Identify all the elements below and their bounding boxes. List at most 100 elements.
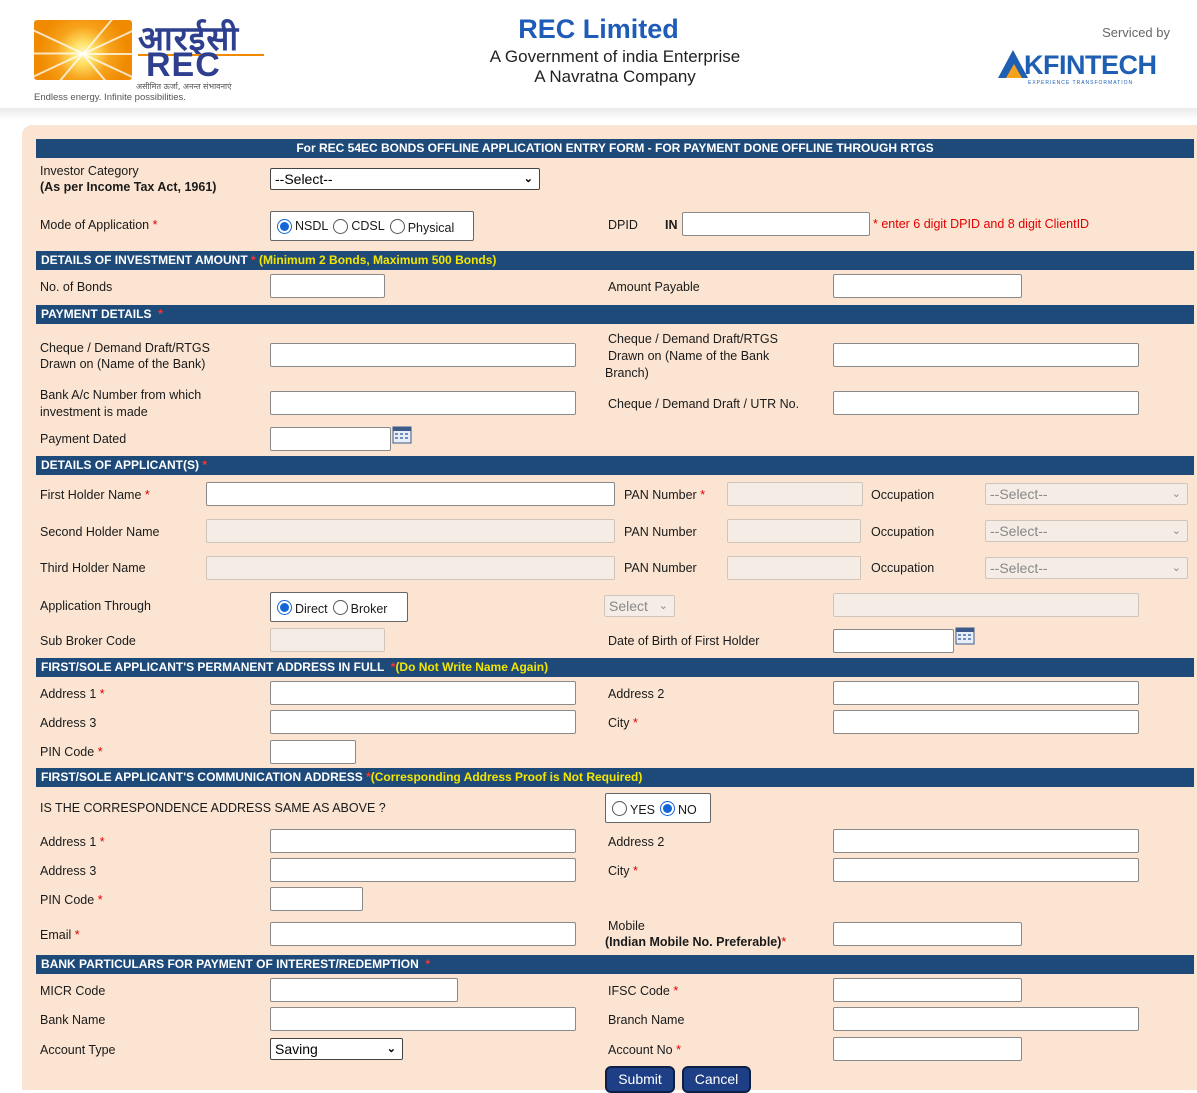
chevron-down-icon: ⌄ [1171,562,1181,574]
investor-category-select[interactable]: --Select-- ⌄ [270,168,540,190]
comm-address3-input[interactable] [270,858,576,882]
calendar-icon[interactable] [392,426,412,444]
no-of-bonds-input[interactable] [270,274,385,298]
investment-section-header: DETAILS OF INVESTMENT AMOUNT * (Minimum … [36,251,1194,270]
comm-address2-label: Address 2 [608,835,665,849]
permanent-address1-label: Address 1 * [40,687,105,701]
first-holder-pan-input[interactable] [727,482,863,506]
investor-category-label: Investor Category [40,164,139,178]
sub-broker-code-input[interactable] [270,628,385,652]
comm-address1-input[interactable] [270,829,576,853]
bank-name-input[interactable] [270,1007,576,1031]
cancel-button[interactable]: Cancel [682,1066,751,1093]
account-type-select[interactable]: Saving ⌄ [270,1038,403,1060]
email-label: Email * [40,928,80,942]
payment-dated-input[interactable] [270,427,391,451]
dpid-hint: * enter 6 digit DPID and 8 digit ClientI… [873,217,1090,231]
page-title: REC Limited [518,14,679,44]
payment-dated-label: Payment Dated [40,432,127,446]
communication-address-section-header: FIRST/SOLE APPLICANT'S COMMUNICATION ADD… [36,768,1194,787]
permanent-address-section-header: FIRST/SOLE APPLICANT'S PERMANENT ADDRESS… [36,658,1194,677]
permanent-address2-input[interactable] [833,681,1139,705]
first-holder-occupation-label: Occupation [871,488,935,502]
chevron-down-icon: ⌄ [523,173,533,185]
chevron-down-icon: ⌄ [386,1043,396,1055]
first-holder-name-input[interactable] [206,482,615,506]
comm-city-input[interactable] [833,858,1139,882]
radio-checked-icon[interactable] [277,599,292,615]
mobile-sublabel: (Indian Mobile No. Preferable)* [605,935,787,949]
radio-icon[interactable] [333,218,349,234]
account-no-input[interactable] [833,1037,1022,1061]
drawn-on-branch-input[interactable] [833,343,1139,367]
branch-name-label: Branch Name [608,1013,685,1027]
comm-pin-input[interactable] [270,887,363,911]
third-holder-name-label: Third Holder Name [40,561,146,575]
comm-pin-label: PIN Code * [40,893,103,907]
ifsc-code-input[interactable] [833,978,1022,1002]
amount-payable-label: Amount Payable [608,280,700,294]
dpid-prefix: IN [665,218,678,232]
same-address-yes-option[interactable]: YES [612,800,655,817]
mode-physical-option[interactable]: Physical [389,218,454,235]
same-address-question: IS THE CORRESPONDENCE ADDRESS SAME AS AB… [40,801,386,815]
serviced-by-text: Serviced by [1102,25,1170,40]
chevron-down-icon: ⌄ [1171,525,1181,537]
permanent-address3-label: Address 3 [40,716,97,730]
permanent-address2-label: Address 2 [608,687,665,701]
application-through-label: Application Through [40,599,151,613]
comm-address2-input[interactable] [833,829,1139,853]
radio-checked-icon[interactable] [660,800,676,816]
second-holder-name-label: Second Holder Name [40,525,160,539]
broker-name-input[interactable] [833,593,1139,617]
mode-nsdl-option[interactable]: NSDL [277,218,328,234]
radio-icon[interactable] [332,599,348,615]
permanent-address1-input[interactable] [270,681,576,705]
mobile-label: Mobile [608,919,645,933]
drawn-on-bank-input[interactable] [270,343,576,367]
first-holder-occupation-select[interactable]: --Select-- ⌄ [985,483,1188,505]
drawn-on-bank-label: Cheque / Demand Draft/RTGS [40,341,210,355]
radio-icon[interactable] [389,218,405,234]
branch-name-input[interactable] [833,1007,1139,1031]
mobile-input[interactable] [833,922,1022,946]
through-broker-option[interactable]: Broker [332,599,387,616]
third-holder-name-input[interactable] [206,556,615,580]
radio-icon[interactable] [612,800,627,816]
through-direct-option[interactable]: Direct [277,599,328,616]
dob-first-holder-label: Date of Birth of First Holder [608,634,760,648]
kfintech-logo: KFINTECH EXPERIENCE TRANSFORMATION [998,48,1178,88]
third-holder-occupation-label: Occupation [871,561,935,575]
permanent-pin-input[interactable] [270,740,356,764]
first-holder-pan-label: PAN Number * [624,488,706,502]
submit-button[interactable]: Submit [605,1066,675,1093]
same-address-no-option[interactable]: NO [660,800,697,817]
micr-code-input[interactable] [270,978,458,1002]
utr-number-input[interactable] [833,391,1139,415]
second-holder-occupation-label: Occupation [871,525,935,539]
broker-select[interactable]: Select ⌄ [604,595,675,617]
bank-account-number-input[interactable] [270,391,576,415]
drawn-on-branch-label: Cheque / Demand Draft/RTGS [608,332,778,346]
chevron-down-icon: ⌄ [1171,488,1181,500]
account-type-label: Account Type [40,1043,116,1057]
second-holder-pan-input[interactable] [727,519,861,543]
dob-first-holder-input[interactable] [833,629,954,653]
third-holder-pan-label: PAN Number [624,561,697,575]
chevron-down-icon: ⌄ [658,600,668,612]
dpid-input[interactable] [682,212,870,236]
calendar-icon[interactable] [955,627,975,645]
third-holder-occupation-select[interactable]: --Select-- ⌄ [985,557,1188,579]
second-holder-occupation-select[interactable]: --Select-- ⌄ [985,520,1188,542]
permanent-address3-input[interactable] [270,710,576,734]
investor-category-sublabel: (As per Income Tax Act, 1961) [40,180,217,194]
email-input[interactable] [270,922,576,946]
micr-code-label: MICR Code [40,984,106,998]
bank-name-label: Bank Name [40,1013,106,1027]
permanent-city-input[interactable] [833,710,1139,734]
second-holder-name-input[interactable] [206,519,615,543]
third-holder-pan-input[interactable] [727,556,861,580]
amount-payable-input[interactable] [833,274,1022,298]
mode-cdsl-option[interactable]: CDSL [333,218,385,234]
radio-checked-icon[interactable] [277,218,292,234]
